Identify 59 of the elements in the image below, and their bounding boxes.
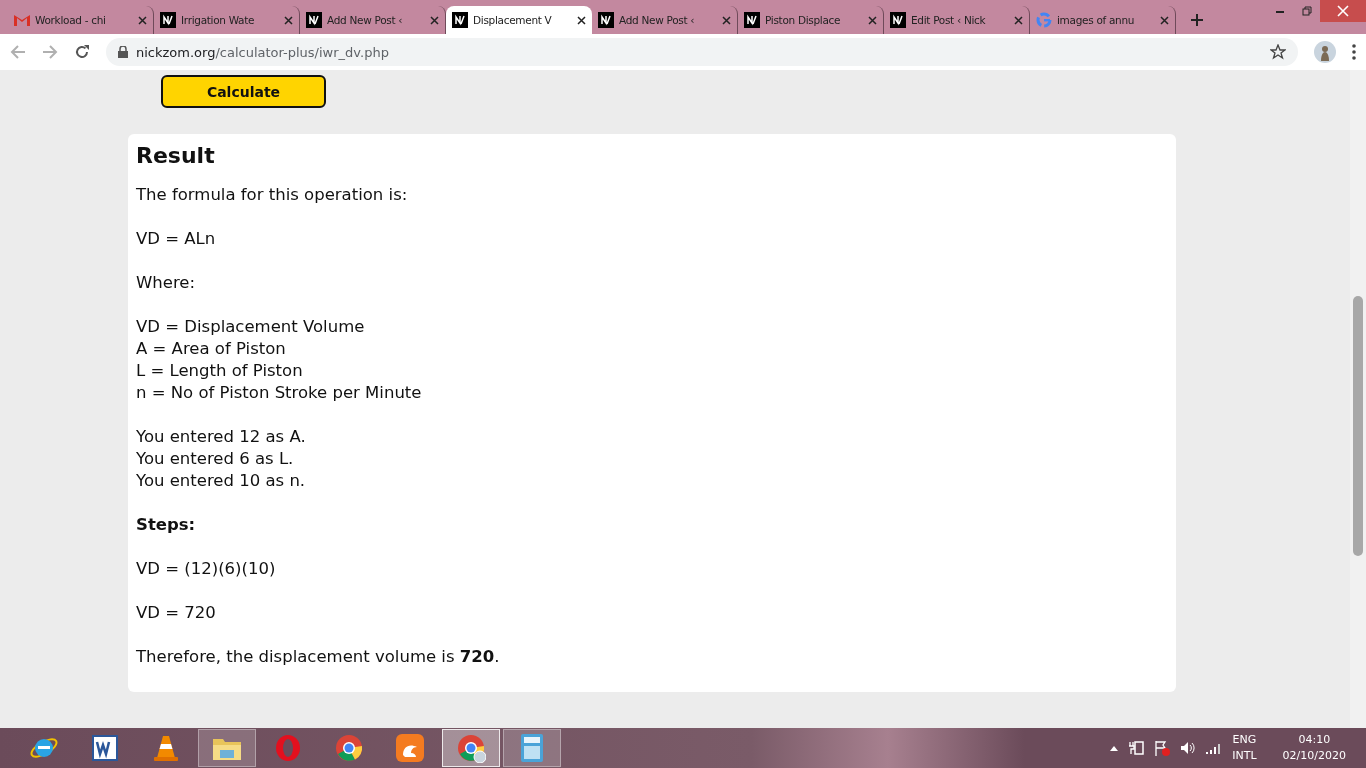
result-text: You entered 12 as A. <box>136 426 307 448</box>
new-tab-icon[interactable] <box>1190 13 1204 27</box>
result-text: VD = Displacement Volume <box>136 316 366 338</box>
result-text: A = Area of Piston <box>136 338 287 360</box>
signal-icon[interactable] <box>1206 742 1223 754</box>
close-icon[interactable] <box>138 15 147 25</box>
close-window-button[interactable] <box>1320 0 1366 22</box>
close-icon[interactable] <box>430 15 439 25</box>
scrollbar[interactable] <box>1350 70 1366 728</box>
google-logo-icon <box>1036 12 1052 28</box>
close-icon[interactable] <box>868 15 877 25</box>
restore-icon[interactable] <box>1301 6 1312 16</box>
traffic-cone-icon[interactable] <box>153 734 179 762</box>
close-icon[interactable] <box>1014 15 1023 25</box>
close-icon[interactable] <box>1160 15 1169 25</box>
result-text: n = No of Piston Stroke per Minute <box>136 382 423 404</box>
speaker-icon[interactable] <box>1180 741 1197 755</box>
menu-icon[interactable] <box>1352 44 1356 60</box>
caret-up-icon[interactable] <box>1110 745 1119 751</box>
result-title: Result <box>136 142 216 170</box>
squirrel-icon[interactable] <box>395 733 425 763</box>
close-icon[interactable] <box>577 15 586 25</box>
lock-icon <box>118 46 128 58</box>
result-text: You entered 6 as L. <box>136 448 295 470</box>
battery-plug-icon[interactable] <box>1128 741 1145 755</box>
document-w-icon[interactable] <box>91 734 119 762</box>
reload-icon[interactable] <box>74 44 90 60</box>
steps-heading: Steps: <box>136 514 197 536</box>
browser-tab[interactable]: Displacement V <box>446 6 592 34</box>
mail-icon <box>14 14 30 26</box>
site-logo-icon <box>890 12 906 28</box>
language-indicator[interactable]: INTL <box>1232 748 1257 764</box>
clock-date[interactable]: 02/10/2020 <box>1282 748 1346 764</box>
calculate-button[interactable]: Calculate <box>161 75 326 108</box>
result-text: The formula for this operation is: <box>136 184 409 206</box>
result-text: Therefore, the displacement volume is 720. <box>136 646 501 668</box>
site-logo-icon <box>160 12 176 28</box>
site-logo-icon <box>744 12 760 28</box>
result-text: VD = ALn <box>136 228 217 250</box>
chrome-profile-icon[interactable] <box>456 733 486 763</box>
result-text: Where: <box>136 272 197 294</box>
language-indicator[interactable]: ENG <box>1232 732 1257 748</box>
address-field[interactable]: nickzom.org/calculator-plus/iwr_dv.php <box>106 38 1298 66</box>
site-logo-icon <box>598 12 614 28</box>
result-text: You entered 10 as n. <box>136 470 307 492</box>
result-text: L = Length of Piston <box>136 360 304 382</box>
site-logo-icon <box>306 12 322 28</box>
flag-error-icon[interactable] <box>1154 740 1171 756</box>
close-icon[interactable] <box>284 15 293 25</box>
clock-time[interactable]: 04:10 <box>1298 732 1331 748</box>
result-text: VD = 720 <box>136 602 217 624</box>
result-text: VD = (12)(6)(10) <box>136 558 277 580</box>
scrollbar-thumb[interactable] <box>1353 296 1363 556</box>
profile-avatar-icon[interactable] <box>1314 41 1336 63</box>
site-logo-icon <box>452 12 468 28</box>
close-icon[interactable] <box>722 15 731 25</box>
calculator-icon[interactable] <box>520 733 544 763</box>
bookmark-star-icon[interactable] <box>1270 44 1286 60</box>
chrome-icon[interactable] <box>334 733 364 763</box>
